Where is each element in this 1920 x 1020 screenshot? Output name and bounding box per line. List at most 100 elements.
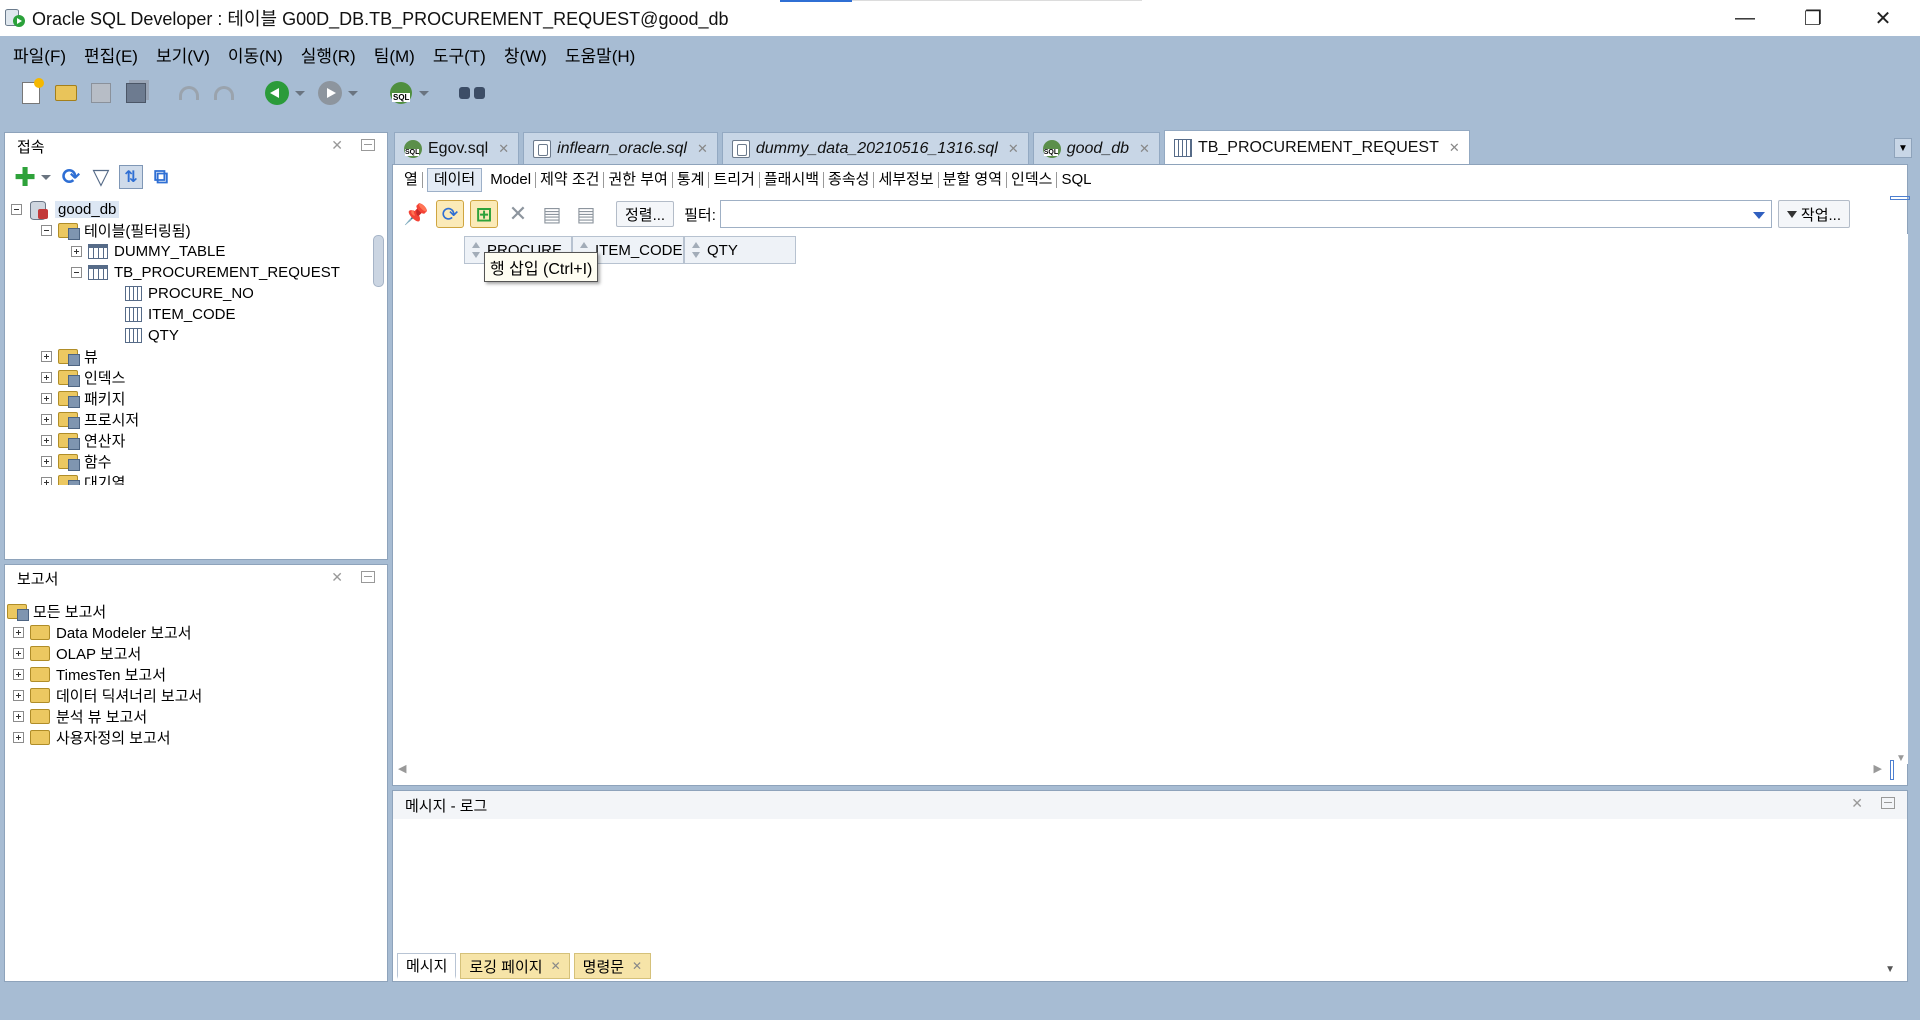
filter-input[interactable] — [719, 200, 1772, 228]
expand-icon[interactable] — [13, 669, 24, 680]
subtab-columns[interactable]: 열 — [400, 172, 423, 188]
close-tab-icon[interactable]: ✕ — [632, 959, 642, 973]
expand-icon[interactable] — [41, 435, 52, 446]
expand-icon[interactable] — [41, 414, 52, 425]
tree-folder-indexes[interactable]: 인덱스 — [41, 367, 125, 388]
tree-report-item[interactable]: Data Modeler 보고서 — [13, 622, 192, 643]
tab-tb-procurement-request[interactable]: TB_PROCUREMENT_REQUEST ✕ — [1163, 130, 1470, 164]
subtab-grants[interactable]: 권한 부여 — [604, 172, 673, 188]
expand-icon[interactable] — [13, 711, 24, 722]
menu-help[interactable]: 도움말(H) — [556, 42, 645, 67]
subtab-partitions[interactable]: 분할 영역 — [939, 172, 1008, 188]
save-all-button[interactable] — [123, 80, 149, 106]
collapse-icon[interactable] — [71, 267, 82, 278]
add-connection-dropdown-icon[interactable] — [41, 174, 51, 180]
back-button[interactable] — [264, 80, 290, 106]
expand-icon[interactable] — [41, 477, 52, 485]
tree-report-item[interactable]: 사용자정의 보고서 — [13, 727, 171, 748]
tab-logging-page[interactable]: 로깅 페이지 ✕ — [460, 953, 570, 979]
add-connection-icon[interactable]: ✚ — [13, 162, 37, 192]
collapse-icon[interactable] — [41, 225, 52, 236]
close-tab-icon[interactable]: ✕ — [551, 959, 561, 973]
tree-report-item[interactable]: 데이터 딕셔너리 보고서 — [13, 685, 202, 706]
tree-folder-functions[interactable]: 함수 — [41, 451, 112, 472]
scroll-corner-handle[interactable] — [1890, 760, 1894, 780]
tab-dummy-data-sql[interactable]: dummy_data_20210516_1316.sql ✕ — [721, 132, 1029, 164]
tab-list-dropdown-icon[interactable]: ▼ — [1894, 138, 1912, 158]
close-icon[interactable]: ✕ — [331, 137, 343, 154]
close-tab-icon[interactable]: ✕ — [498, 141, 509, 157]
expand-icon[interactable] — [71, 246, 82, 257]
minimize-panel-icon[interactable] — [1881, 797, 1895, 809]
tree-table-dummy[interactable]: DUMMY_TABLE — [71, 241, 225, 262]
tree-column[interactable]: QTY — [125, 325, 179, 346]
close-tab-icon[interactable]: ✕ — [1008, 141, 1019, 157]
new-file-button[interactable] — [18, 78, 44, 106]
tab-egov-sql[interactable]: Egov.sql ✕ — [394, 132, 520, 164]
back-dropdown-icon[interactable] — [295, 90, 305, 96]
expand-icon[interactable] — [41, 393, 52, 404]
tree-connection-good-db[interactable]: good_db — [11, 199, 120, 220]
close-window-button[interactable]: ✕ — [1848, 0, 1918, 36]
sql-worksheet-dropdown-icon[interactable] — [419, 90, 429, 96]
tree-all-reports[interactable]: 모든 보고서 — [7, 601, 106, 622]
subtab-sql[interactable]: SQL — [1057, 172, 1095, 188]
insert-row-button[interactable]: ⊞ — [470, 200, 498, 228]
tree-folder-operators[interactable]: 연산자 — [41, 430, 125, 451]
grid-vertical-scrollbar[interactable]: ▼ — [1894, 234, 1908, 764]
menu-navigate[interactable]: 이동(N) — [219, 42, 292, 67]
minimize-panel-icon[interactable] — [361, 139, 375, 151]
undo-button[interactable] — [176, 80, 202, 106]
expand-icon[interactable] — [13, 732, 24, 743]
log-dropdown-icon[interactable]: ▼ — [1885, 964, 1895, 975]
scrollbar-thumb[interactable] — [373, 235, 384, 287]
menu-team[interactable]: 팀(M) — [365, 42, 424, 67]
scroll-down-icon[interactable]: ▼ — [1896, 753, 1906, 764]
menu-file[interactable]: 파일(F) — [4, 42, 75, 67]
tree-column[interactable]: PROCURE_NO — [125, 283, 254, 304]
close-tab-icon[interactable]: ✕ — [1139, 141, 1150, 157]
menu-tools[interactable]: 도구(T) — [424, 42, 495, 67]
connections-scrollbar[interactable] — [371, 205, 385, 553]
menu-run[interactable]: 실행(R) — [292, 42, 365, 67]
schema-browser-icon[interactable]: ⇅ — [119, 165, 143, 189]
expand-icon[interactable] — [13, 690, 24, 701]
tab-statements[interactable]: 명령문 ✕ — [573, 953, 652, 979]
expand-icon[interactable] — [13, 648, 24, 659]
tree-report-item[interactable]: OLAP 보고서 — [13, 643, 141, 664]
filter-icon[interactable]: ▽ — [89, 164, 113, 189]
forward-dropdown-icon[interactable] — [348, 90, 358, 96]
forward-button[interactable] — [317, 80, 343, 106]
tree-folder-packages[interactable]: 패키지 — [41, 388, 125, 409]
collapse-icon[interactable] — [11, 204, 22, 215]
subtab-statistics[interactable]: 통계 — [673, 172, 710, 188]
tree-report-item[interactable]: 분석 뷰 보고서 — [13, 706, 147, 727]
restore-button[interactable]: ❐ — [1778, 0, 1848, 36]
subtab-indexes[interactable]: 인덱스 — [1007, 172, 1058, 188]
subtab-data[interactable]: 데이터 — [426, 168, 483, 192]
close-tab-icon[interactable]: ✕ — [697, 141, 708, 157]
collapse-all-icon[interactable]: ⧉ — [149, 165, 173, 189]
find-db-object-button[interactable] — [459, 80, 485, 106]
tab-inflearn-oracle-sql[interactable]: inflearn_oracle.sql ✕ — [523, 132, 718, 164]
expand-icon[interactable] — [41, 456, 52, 467]
rollback-button[interactable]: ▤ — [572, 200, 600, 228]
expand-icon[interactable] — [41, 351, 52, 362]
subtab-constraints[interactable]: 제약 조건 — [536, 172, 605, 188]
scroll-right-icon[interactable]: ▶ — [1874, 762, 1882, 775]
tree-table-procurement[interactable]: TB_PROCUREMENT_REQUEST — [71, 262, 340, 283]
refresh-data-button[interactable]: ⟳ — [436, 200, 464, 228]
open-file-button[interactable] — [53, 80, 79, 106]
sort-button[interactable]: 정렬... — [616, 201, 675, 227]
panel-resize-handle[interactable] — [1890, 196, 1910, 200]
menu-edit[interactable]: 편집(E) — [75, 42, 147, 67]
close-tab-icon[interactable]: ✕ — [1449, 140, 1460, 156]
subtab-model[interactable]: Model — [486, 172, 537, 188]
subtab-details[interactable]: 세부정보 — [874, 172, 939, 188]
tree-folder-queues[interactable]: 대기열 — [41, 472, 125, 485]
expand-icon[interactable] — [41, 372, 52, 383]
tree-folder-views[interactable]: 뷰 — [41, 346, 98, 367]
tree-folder-procedures[interactable]: 프로시저 — [41, 409, 139, 430]
expand-icon[interactable] — [13, 627, 24, 638]
close-icon[interactable]: ✕ — [331, 569, 343, 586]
